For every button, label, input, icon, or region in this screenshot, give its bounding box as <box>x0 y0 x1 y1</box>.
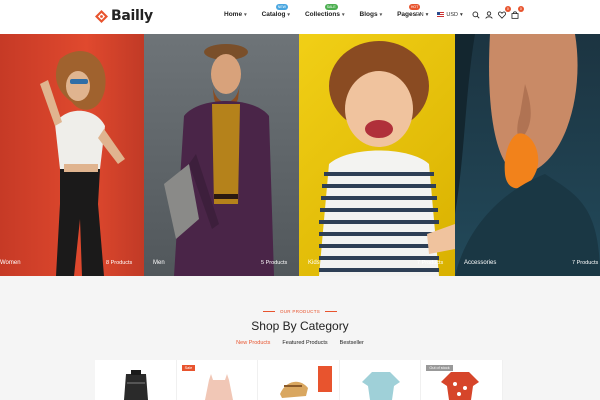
men-model-image <box>164 44 274 276</box>
main-nav: Home ▾ NEW Catalog ▾ SALE Collections ▾ … <box>224 4 436 18</box>
category-count: 7 Products <box>572 260 599 266</box>
header-tools: EN ▾ USD ▾ 0 0 <box>416 6 524 19</box>
chevron-down-icon: ▾ <box>379 11 383 18</box>
divider <box>325 311 338 313</box>
site-header: Bailly Home ▾ NEW Catalog ▾ SALE Collect… <box>0 0 600 34</box>
product-card[interactable] <box>258 360 340 400</box>
sandal-image <box>280 381 309 398</box>
logo-icon <box>95 9 108 23</box>
floral-blouse-image <box>441 372 480 400</box>
section-title: Shop By Category <box>251 319 349 333</box>
language-selector[interactable]: EN ▾ <box>416 12 428 18</box>
account-button[interactable] <box>485 10 494 19</box>
product-grid: Sale Out of stock <box>95 360 503 400</box>
nav-badge: SALE <box>324 4 338 10</box>
nav-catalog[interactable]: NEW Catalog ▾ <box>261 4 290 18</box>
tab-bestseller[interactable]: Bestseller <box>340 340 364 346</box>
currency-value: USD <box>446 11 459 18</box>
us-flag-icon <box>437 12 445 17</box>
product-tabs: New Products Featured Products Bestselle… <box>0 340 600 346</box>
category-banner-kids[interactable]: Kids 7 Products <box>299 34 455 276</box>
sweater-image <box>361 372 400 400</box>
category-label: Kids <box>308 260 320 266</box>
language-value: EN <box>416 11 424 18</box>
nav-badge: NEW <box>275 4 288 10</box>
eyebrow-text: OUR PRODUCTS <box>279 309 321 314</box>
user-icon <box>485 10 493 19</box>
heart-icon <box>498 11 507 19</box>
product-card[interactable] <box>95 360 177 400</box>
nav-label: Catalog <box>261 11 286 18</box>
chevron-down-icon: ▾ <box>244 11 247 18</box>
search-button[interactable] <box>472 10 481 19</box>
chevron-down-icon: ▾ <box>287 11 290 18</box>
shopping-bag-icon <box>511 10 519 19</box>
category-banner-men[interactable]: Men 5 Products <box>144 34 299 276</box>
cart-count: 0 <box>517 6 524 12</box>
search-icon <box>472 11 480 19</box>
camisole-image <box>204 374 233 400</box>
chevron-down-icon: ▾ <box>425 11 429 18</box>
nav-label: Collections <box>304 11 340 18</box>
nav-collections[interactable]: SALE Collections ▾ <box>304 4 345 18</box>
category-count: 7 Products <box>417 260 444 266</box>
category-label: Men <box>153 260 165 266</box>
shop-by-category-section: OUR PRODUCTS Shop By Category New Produc… <box>0 276 600 400</box>
section-eyebrow: OUR PRODUCTS <box>0 309 600 314</box>
backpack-image <box>124 370 148 400</box>
category-count: 5 Products <box>261 260 288 266</box>
countdown-badge <box>318 366 333 392</box>
nav-blogs[interactable]: Blogs ▾ <box>360 11 383 18</box>
logo[interactable]: Bailly <box>95 6 153 26</box>
brand-name: Bailly <box>111 8 153 24</box>
nav-label: Pages <box>397 11 417 18</box>
tab-featured-products[interactable]: Featured Products <box>282 340 327 346</box>
category-banners: Women 8 Products Men 5 Products Kids 7 P… <box>0 34 600 276</box>
product-card[interactable]: Sale <box>176 360 259 400</box>
nav-label: Blogs <box>359 11 378 18</box>
product-card[interactable] <box>339 360 422 400</box>
category-label: Women <box>0 260 21 266</box>
chevron-down-icon: ▾ <box>341 11 345 18</box>
divider <box>262 311 275 313</box>
category-label: Accessories <box>464 260 497 266</box>
currency-selector[interactable]: USD ▾ <box>437 11 463 18</box>
cart-button[interactable]: 0 <box>511 6 524 19</box>
product-card[interactable]: Out of stock <box>421 360 503 400</box>
category-count: 8 Products <box>106 260 133 266</box>
nav-label: Home <box>224 11 243 18</box>
kids-model-image <box>319 41 455 276</box>
accessories-model-image <box>455 34 600 276</box>
chevron-down-icon: ▾ <box>460 11 463 18</box>
category-banner-women[interactable]: Women 8 Products <box>0 34 144 276</box>
women-model-image <box>40 50 125 276</box>
wishlist-button[interactable]: 0 <box>498 6 511 19</box>
tab-new-products[interactable]: New Products <box>236 340 270 346</box>
nav-home[interactable]: Home ▾ <box>224 11 247 18</box>
category-banner-accessories[interactable]: Accessories 7 Products <box>455 34 600 276</box>
sale-badge: Sale <box>181 365 196 371</box>
